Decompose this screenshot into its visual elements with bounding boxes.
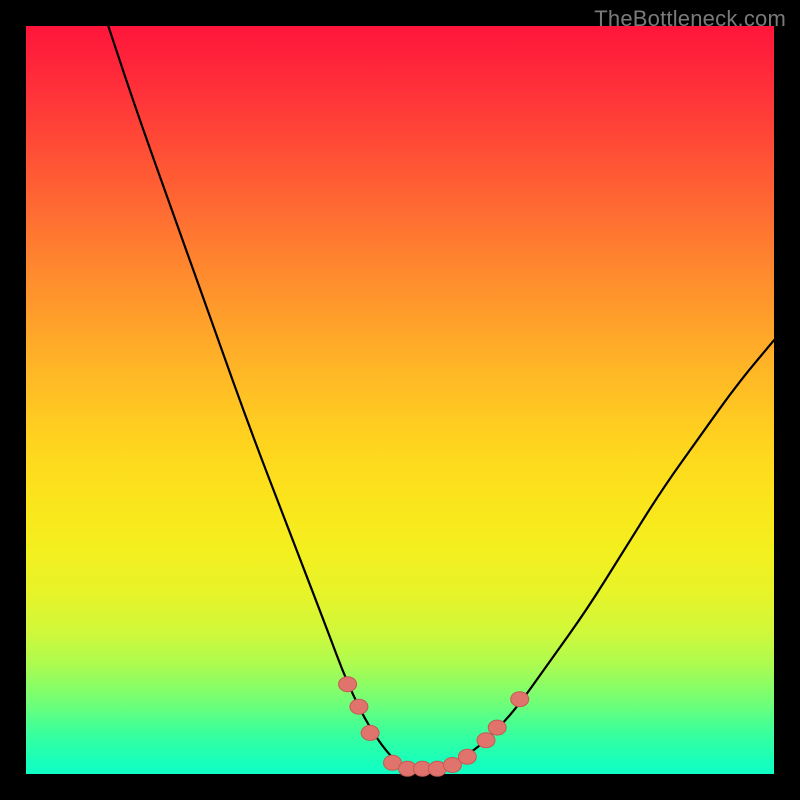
curve-markers: [339, 677, 529, 777]
curve-marker: [361, 725, 379, 740]
chart-svg: [26, 26, 774, 774]
curve-marker: [339, 677, 357, 692]
bottleneck-curve: [108, 26, 774, 770]
chart-frame: TheBottleneck.com: [0, 0, 800, 800]
chart-plot-area: [26, 26, 774, 774]
curve-marker: [488, 720, 506, 735]
curve-marker: [350, 699, 368, 714]
attribution-text: TheBottleneck.com: [594, 6, 786, 32]
curve-marker: [511, 692, 529, 707]
curve-marker: [458, 749, 476, 764]
curve-marker: [477, 733, 495, 748]
